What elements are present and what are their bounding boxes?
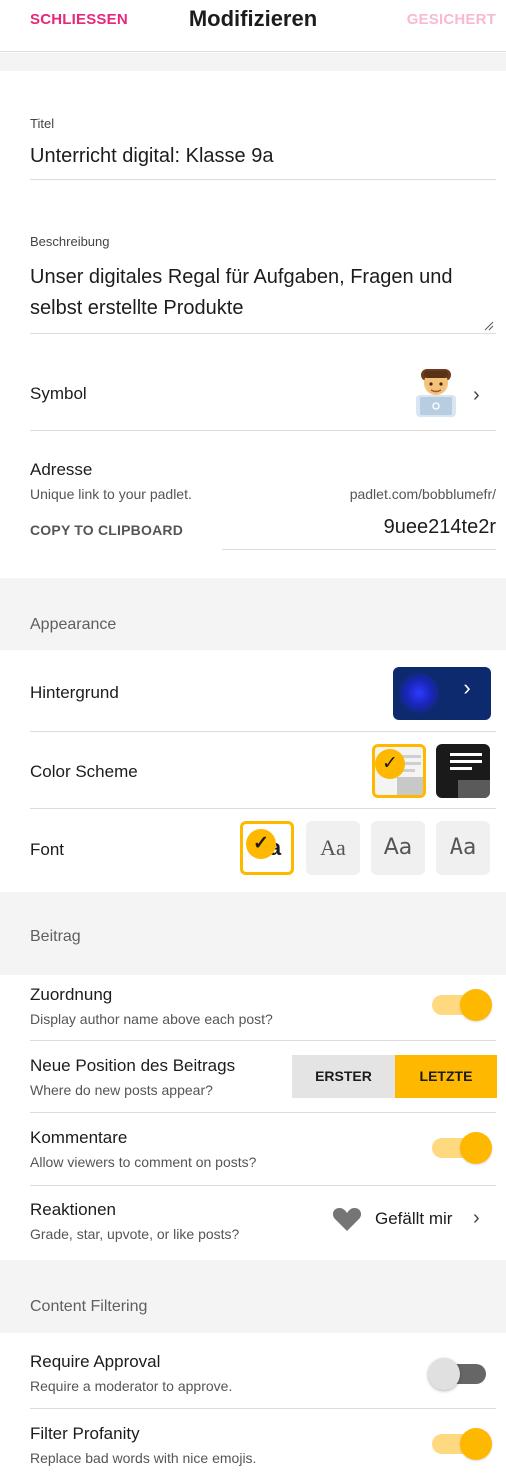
divider <box>30 333 496 334</box>
color-scheme-light-option[interactable]: ✓ <box>372 744 426 798</box>
image-placeholder-icon <box>458 780 490 798</box>
divider <box>30 179 496 180</box>
filter-profanity-toggle[interactable] <box>432 1426 492 1460</box>
font-option-rounded[interactable]: Aa <box>371 821 425 875</box>
divider <box>30 1112 496 1113</box>
require-approval-toggle[interactable] <box>428 1356 490 1390</box>
divider <box>30 430 496 431</box>
title-label: Titel <box>30 116 55 131</box>
filtering-section-label: Content Filtering <box>30 1298 148 1315</box>
font-option-serif[interactable]: Aa <box>306 821 360 875</box>
post-position-segmented-control: ERSTER LETZTE <box>292 1055 497 1098</box>
color-scheme-dark-option[interactable] <box>436 744 490 798</box>
chevron-right-icon: › <box>463 675 471 700</box>
divider <box>30 1185 496 1186</box>
background-picker[interactable]: › <box>393 667 491 720</box>
heart-icon <box>332 1208 362 1231</box>
reactions-description: Grade, star, upvote, or like posts? <box>30 1226 240 1242</box>
address-hint: Unique link to your padlet. <box>30 486 192 502</box>
symbol-label: Symbol <box>30 384 87 403</box>
check-icon: ✓ <box>246 829 276 859</box>
description-line-2: selbst erstellte Produkte <box>30 297 244 319</box>
background-label: Hintergrund <box>30 683 119 702</box>
saved-button[interactable]: GESICHERT <box>407 11 496 28</box>
reactions-label: Reaktionen <box>30 1200 117 1219</box>
reactions-value: Gefällt mir <box>375 1209 453 1228</box>
filter-profanity-description: Replace bad words with nice emojis. <box>30 1450 257 1466</box>
require-approval-description: Require a moderator to approve. <box>30 1378 233 1394</box>
address-label: Adresse <box>30 460 93 479</box>
divider <box>30 1408 496 1409</box>
chevron-right-icon: › <box>473 384 480 406</box>
font-option-mono[interactable]: Aa <box>436 821 490 875</box>
input-underline <box>222 549 496 550</box>
comments-description: Allow viewers to comment on posts? <box>30 1154 257 1170</box>
description-line-1: Unser digitales Regal für Aufgaben, Frag… <box>30 266 453 288</box>
person-laptop-icon <box>416 369 456 417</box>
divider <box>30 1040 496 1041</box>
address-slug-input[interactable]: 9uee214te2r <box>384 516 496 539</box>
copy-to-clipboard-button[interactable]: COPY TO CLIPBOARD <box>30 522 183 538</box>
address-base: padlet.com/bobblumefr/ <box>349 486 496 502</box>
attribution-toggle[interactable] <box>432 987 492 1021</box>
font-option-sans[interactable]: Aa ✓ <box>240 821 294 875</box>
divider <box>30 731 496 732</box>
filtering-section-header <box>0 1260 506 1333</box>
image-placeholder-icon <box>397 777 423 795</box>
resize-handle-icon[interactable] <box>484 321 494 331</box>
top-bar: SCHLIESSEN Modifizieren GESICHERT <box>0 0 506 52</box>
appearance-section-label: Appearance <box>30 616 117 633</box>
attribution-description: Display author name above each post? <box>30 1011 273 1027</box>
section-spacer <box>0 53 506 71</box>
check-icon: ✓ <box>375 749 405 779</box>
appearance-section-header <box>0 578 506 650</box>
post-section-label: Beitrag <box>30 928 81 945</box>
color-scheme-label: Color Scheme <box>30 762 138 781</box>
description-label: Beschreibung <box>30 234 110 249</box>
chevron-right-icon: › <box>473 1207 480 1229</box>
attribution-label: Zuordnung <box>30 985 113 1004</box>
font-label: Font <box>30 840 65 859</box>
position-first-option[interactable]: ERSTER <box>292 1055 395 1098</box>
filter-profanity-label: Filter Profanity <box>30 1424 140 1443</box>
require-approval-label: Require Approval <box>30 1352 161 1371</box>
divider <box>30 808 496 809</box>
comments-toggle[interactable] <box>432 1130 492 1164</box>
background-preview <box>399 673 439 713</box>
title-input[interactable]: Unterricht digital: Klasse 9a <box>30 142 273 171</box>
post-position-label: Neue Position des Beitrags <box>30 1056 236 1075</box>
comments-label: Kommentare <box>30 1128 128 1147</box>
post-position-description: Where do new posts appear? <box>30 1082 213 1098</box>
position-last-option[interactable]: LETZTE <box>395 1055 497 1098</box>
